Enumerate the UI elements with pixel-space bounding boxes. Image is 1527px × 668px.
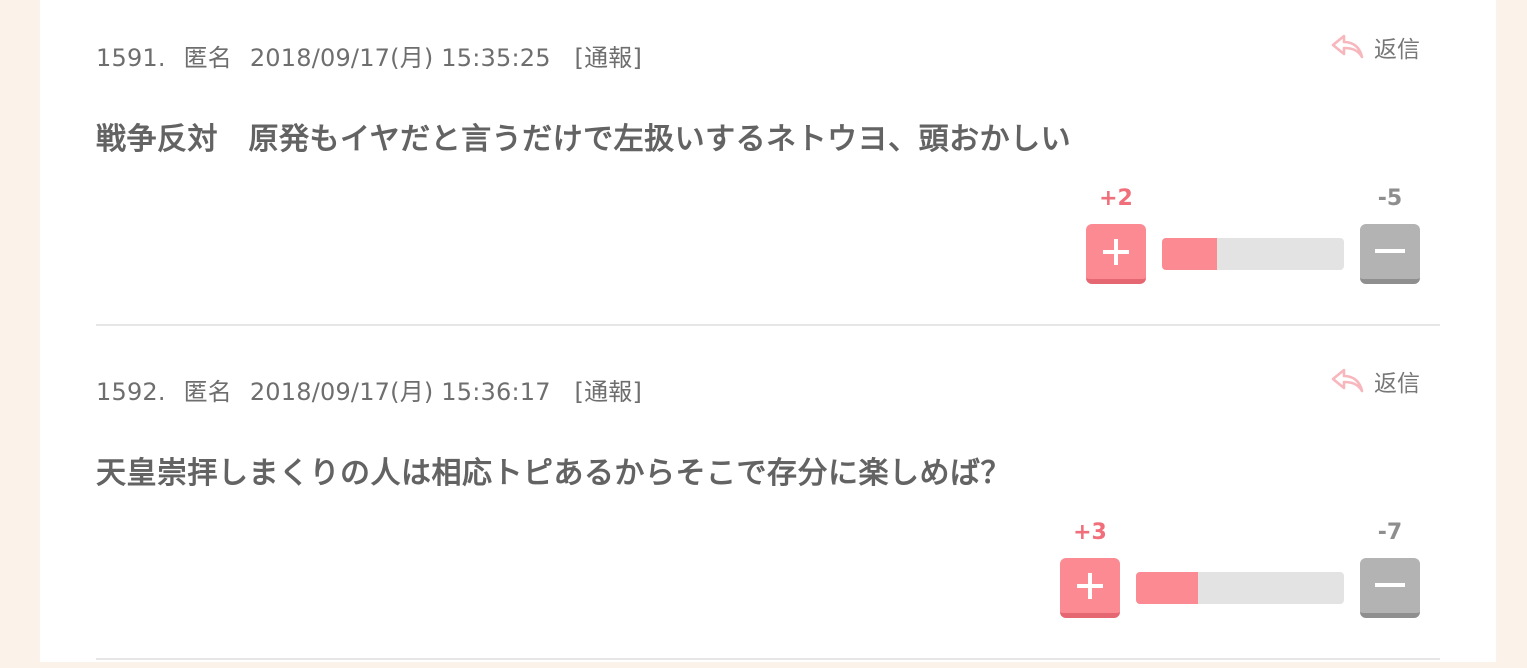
comment-panel: 1591. 匿名 2018/09/17(月) 15:35:25 [通報] 返信 …: [40, 0, 1496, 662]
minus-icon: [1375, 582, 1405, 587]
reply-label: 返信: [1374, 37, 1420, 63]
reply-button[interactable]: 返信: [1330, 30, 1420, 64]
vote-ratio-bar: [1136, 572, 1344, 604]
comment-datetime: 2018/09/17(月) 15:36:17: [249, 378, 551, 406]
comment-author: 匿名: [183, 378, 232, 406]
plus-icon: [1103, 238, 1129, 265]
plus-count: +2: [1099, 186, 1133, 211]
minus-icon: [1375, 248, 1405, 253]
reply-label: 返信: [1374, 371, 1420, 397]
vote-ratio-fill: [1162, 238, 1217, 270]
vote-ratio-bar: [1162, 238, 1344, 270]
comment-datetime: 2018/09/17(月) 15:35:25: [249, 44, 551, 72]
report-link[interactable]: [通報]: [575, 44, 643, 72]
comment-body: 天皇崇拝しまくりの人は相応トピあるからそこで存分に楽しめば？: [96, 456, 1011, 491]
plus-icon: [1077, 572, 1103, 599]
comment-divider: [96, 658, 1440, 660]
reply-arrow-icon: [1331, 34, 1364, 59]
comment-item: 1591. 匿名 2018/09/17(月) 15:35:25 [通報] 返信 …: [96, 0, 1440, 334]
comment-author: 匿名: [183, 44, 232, 72]
minus-count: -7: [1377, 520, 1403, 545]
minus-button[interactable]: [1360, 558, 1420, 618]
comment-body: 戦争反対 原発もイヤだと言うだけで左扱いするネトウヨ、頭おかしい: [96, 122, 1072, 157]
comment-meta: 1592. 匿名 2018/09/17(月) 15:36:17 [通報]: [96, 372, 652, 407]
vote-widget: +3 -7: [1060, 520, 1420, 620]
vote-ratio-fill: [1136, 572, 1199, 604]
minus-count: -5: [1377, 186, 1403, 211]
comment-number: 1592.: [96, 378, 166, 406]
reply-button[interactable]: 返信: [1330, 364, 1420, 398]
plus-button[interactable]: [1060, 558, 1120, 618]
comment-item: 1592. 匿名 2018/09/17(月) 15:36:17 [通報] 返信 …: [96, 334, 1440, 668]
comment-meta: 1591. 匿名 2018/09/17(月) 15:35:25 [通報]: [96, 38, 652, 73]
reply-arrow-icon: [1331, 368, 1364, 393]
comment-number: 1591.: [96, 44, 166, 72]
vote-widget: +2 -5: [1086, 186, 1420, 286]
minus-button[interactable]: [1360, 224, 1420, 284]
plus-button[interactable]: [1086, 224, 1146, 284]
comment-divider: [96, 324, 1440, 326]
plus-count: +3: [1073, 520, 1107, 545]
report-link[interactable]: [通報]: [575, 378, 643, 406]
